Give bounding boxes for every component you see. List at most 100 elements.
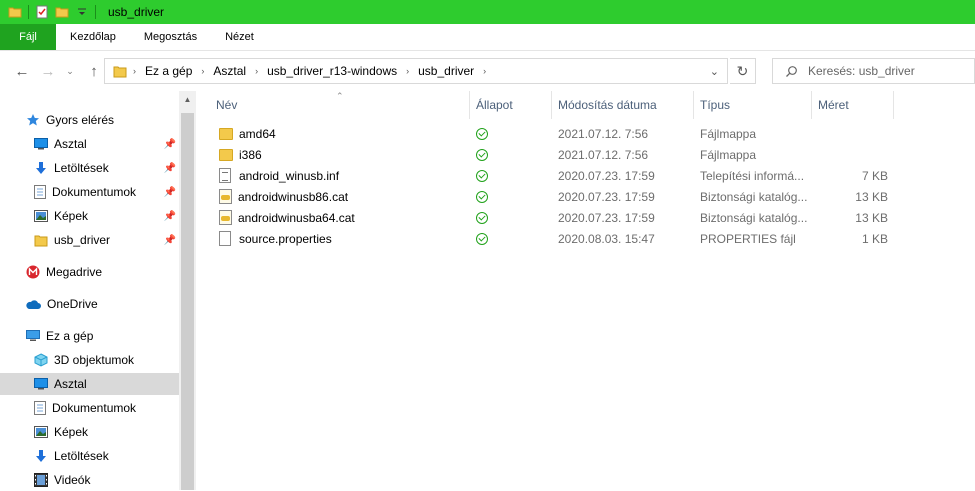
pin-icon[interactable]: 📌 [164,235,176,246]
navigation-pane: Gyors elérés Asztal 📌 Letöltések 📌 Dokum… [0,91,196,490]
sidebar-item-megadrive[interactable]: Megadrive [26,261,176,283]
file-name: android_winusb.inf [239,168,340,183]
download-arrow-icon [34,161,48,175]
sidebar-item-desktop-pinned[interactable]: Asztal 📌 [34,133,176,155]
breadcrumb-this-pc[interactable]: Ez a gép [142,64,195,78]
sidebar-item-downloads-pinned[interactable]: Letöltések 📌 [34,157,176,179]
back-arrow-icon[interactable]: ← [10,59,34,83]
pin-icon[interactable]: 📌 [164,211,176,222]
new-folder-icon[interactable] [55,5,69,19]
recent-locations-chevron-icon[interactable]: ⌄ [58,59,82,83]
sidebar-item-quick-access[interactable]: Gyors elérés [26,109,176,131]
mega-icon [26,265,40,279]
file-name-cell[interactable]: androidwinusb86.cat [219,186,469,207]
column-header-size[interactable]: Méret [812,91,894,119]
sidebar-item-videos[interactable]: Videók [34,469,176,491]
file-name-cell[interactable]: android_winusb.inf [219,165,469,186]
customize-quick-access-icon[interactable] [75,5,89,19]
pictures-icon [34,210,48,222]
breadcrumb-desktop[interactable]: Asztal [210,64,249,78]
file-name-cell[interactable]: androidwinusba64.cat [219,207,469,228]
column-label: Típus [700,98,731,112]
column-header-date-modified[interactable]: Módosítás dátuma [552,91,694,119]
sidebar-item-usb-driver-pinned[interactable]: usb_driver 📌 [34,229,176,251]
tab-file[interactable]: Fájl [0,24,56,50]
breadcrumb-separator-icon[interactable]: › [400,66,415,76]
type-cell: Biztonsági katalóg... [700,189,808,204]
breadcrumb-separator-icon[interactable]: › [249,66,264,76]
file-row[interactable]: source.properties 2020.08.03. 15:47 PROP… [214,228,894,249]
date-modified-cell: 2020.07.23. 17:59 [558,168,655,183]
tab-share[interactable]: Megosztás [130,24,211,50]
refresh-icon[interactable]: ↻ [730,58,756,84]
file-row[interactable]: androidwinusb86.cat 2020.07.23. 17:59 Bi… [214,186,894,207]
quick-access-divider [95,5,96,19]
desktop-icon [34,138,48,150]
pin-icon[interactable]: 📌 [164,187,176,198]
scrollbar-thumb[interactable] [181,113,194,490]
date-modified-cell: 2021.07.12. 7:56 [558,147,649,162]
sidebar-item-label: Képek [54,209,89,223]
sidebar-item-documents[interactable]: Dokumentumok [34,397,176,419]
file-row[interactable]: i386 2021.07.12. 7:56 Fájlmappa [214,144,894,165]
column-header-name[interactable]: Név [210,91,470,119]
breadcrumb-usb-driver[interactable]: usb_driver [415,64,477,78]
sidebar-scrollbar[interactable]: ▲ [179,91,196,490]
type-cell: Biztonsági katalóg... [700,210,808,225]
file-name-cell[interactable]: amd64 [219,123,469,144]
file-name: androidwinusba64.cat [238,210,355,225]
sidebar-item-3d-objects[interactable]: 3D objektumok [34,349,176,371]
sync-status-cell [476,228,496,249]
breadcrumb-separator-icon[interactable]: › [127,66,142,76]
search-input[interactable]: Keresés: usb_driver [772,58,975,84]
window-title: usb_driver [108,5,165,19]
date-modified-cell: 2020.08.03. 15:47 [558,231,655,246]
breadcrumb-separator-icon[interactable]: › [195,66,210,76]
sidebar-item-pictures-pinned[interactable]: Képek 📌 [34,205,176,227]
sidebar-item-downloads[interactable]: Letöltések [34,445,176,467]
file-row[interactable]: android_winusb.inf 2020.07.23. 17:59 Tel… [214,165,894,186]
sidebar-item-label: Letöltések [54,449,109,463]
sidebar-item-documents-pinned[interactable]: Dokumentumok 📌 [34,181,176,203]
column-header-type[interactable]: Típus [694,91,812,119]
pin-icon[interactable]: 📌 [164,163,176,174]
file-name: i386 [239,147,262,162]
sidebar-item-this-pc[interactable]: Ez a gép [26,325,176,347]
breadcrumb-separator-icon[interactable]: › [477,66,492,76]
forward-arrow-icon[interactable]: → [36,59,60,83]
sidebar-item-pictures[interactable]: Képek [34,421,176,443]
tab-view[interactable]: Nézet [211,24,268,50]
document-icon [34,185,46,199]
pictures-icon [34,426,48,438]
column-header-status[interactable]: Állapot [470,91,552,119]
folder-icon[interactable] [8,5,22,19]
properties-checkmark-icon[interactable] [35,5,49,19]
file-row[interactable]: amd64 2021.07.12. 7:56 Fájlmappa [214,123,894,144]
sync-status-cell [476,207,496,228]
folder-icon [219,148,233,161]
security-catalog-icon [219,210,232,225]
sidebar-item-desktop[interactable]: Asztal [0,373,179,395]
breadcrumb-usb-driver-r13[interactable]: usb_driver_r13-windows [264,64,400,78]
file-name: amd64 [239,126,276,141]
up-arrow-icon[interactable]: ↑ [82,59,106,83]
sidebar-item-label: OneDrive [47,297,98,311]
scroll-up-arrow-icon[interactable]: ▲ [179,91,196,108]
star-icon [26,113,40,127]
sidebar-item-onedrive[interactable]: OneDrive [26,293,176,315]
address-history-chevron-icon[interactable]: ⌄ [710,65,719,78]
pin-icon[interactable]: 📌 [164,139,176,150]
column-label: Méret [818,98,849,112]
file-name-cell[interactable]: source.properties [219,228,469,249]
tab-home[interactable]: Kezdőlap [56,24,130,50]
sync-ok-checkmark-icon [476,148,488,161]
sync-ok-checkmark-icon [476,169,488,182]
sidebar-item-label: 3D objektumok [54,353,135,367]
sidebar-item-label: Videók [54,473,91,487]
file-row[interactable]: androidwinusba64.cat 2020.07.23. 17:59 B… [214,207,894,228]
sidebar-item-label: Képek [54,425,89,439]
sync-ok-checkmark-icon [476,211,488,224]
file-list: ⌃ Név Állapot Módosítás dátuma Típus Mér… [196,91,975,490]
file-name-cell[interactable]: i386 [219,144,469,165]
address-bar[interactable]: › Ez a gép › Asztal › usb_driver_r13-win… [104,58,728,84]
